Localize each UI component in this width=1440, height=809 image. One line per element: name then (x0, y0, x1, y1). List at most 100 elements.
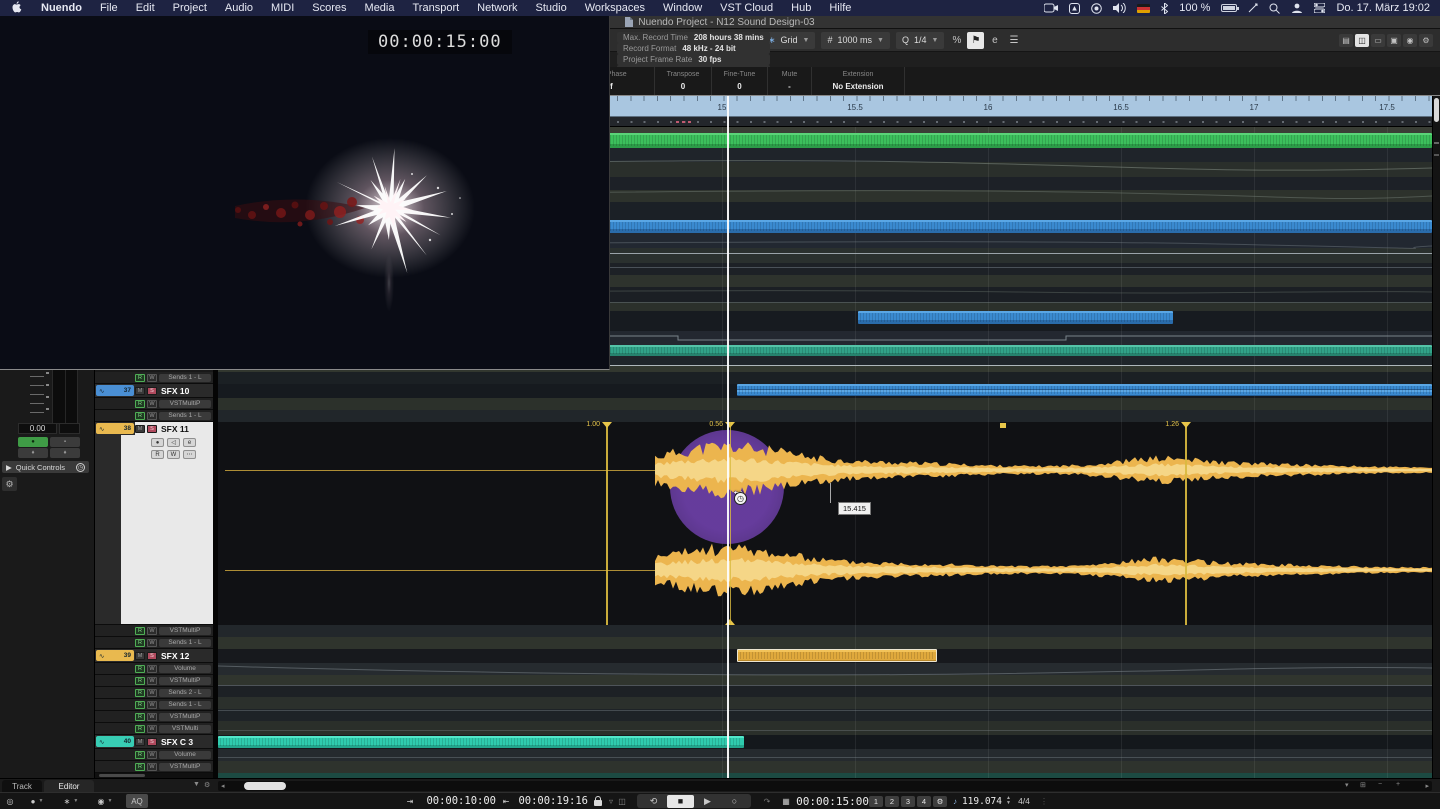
record-button[interactable]: ○ (721, 795, 748, 808)
automation-name[interactable]: Sends 1 - L (159, 701, 211, 709)
automation-name[interactable]: Volume (159, 665, 211, 673)
video-player-window[interactable]: 00:00:15:00 (0, 16, 610, 370)
automation-name[interactable]: Sends 2 - L (159, 689, 211, 697)
edit-channel-icon[interactable]: e (986, 32, 1003, 49)
marker-gear-button[interactable]: ⚙ (933, 796, 947, 807)
info-chip[interactable]: Project Frame Rate30 fps (617, 54, 770, 65)
automation-row[interactable]: RWVSTMulti (95, 723, 213, 735)
time-signature[interactable]: 4/4 (1012, 794, 1036, 808)
zoom-grid-icon[interactable]: ⊞ (1360, 781, 1366, 789)
zone-transport-icon[interactable]: ◉ (1403, 34, 1417, 47)
automation-name[interactable]: Volume (159, 751, 211, 759)
automation-row[interactable]: RWVSTMultiP (95, 761, 213, 773)
horizontal-scroll-handle[interactable] (244, 782, 286, 790)
zone-left-icon[interactable]: ▤ (1339, 34, 1353, 47)
zone-lower-icon[interactable]: ▭ (1371, 34, 1385, 47)
menu-item-scores[interactable]: Scores (303, 2, 355, 14)
apple-menu-icon[interactable] (12, 1, 22, 16)
quick-controls-header[interactable]: ▶ Quick Controls ◷ (2, 461, 89, 473)
automation-row[interactable]: RWVSTMultiP (95, 675, 213, 687)
automation-name[interactable]: Sends 1 - L (159, 639, 211, 647)
bluetooth-icon[interactable] (1161, 3, 1168, 14)
menu-item-window[interactable]: Window (654, 2, 711, 14)
inspector-right-button[interactable]: ♦ (50, 448, 80, 458)
flag-icon[interactable]: ⚑ (967, 32, 984, 49)
monitor-button[interactable]: ● (18, 437, 48, 447)
playhead[interactable] (727, 96, 729, 778)
stop-button[interactable]: ■ (667, 795, 694, 808)
menu-item-hub[interactable]: Hub (782, 2, 820, 14)
record-enable-button[interactable]: ▪ (50, 437, 80, 447)
zoom-preset-arrow-icon[interactable]: ▾ (1345, 781, 1349, 789)
automation-row[interactable]: RWSends 1 - L (95, 637, 213, 649)
inspector-left-button[interactable]: ♦ (18, 448, 48, 458)
search-icon[interactable] (1269, 3, 1280, 14)
event-info-mute[interactable]: Mute- (768, 67, 812, 95)
lock-icon[interactable] (592, 794, 604, 808)
track-color-chip[interactable]: ∿39 (96, 650, 134, 661)
iterative-quantize-icon[interactable]: % (948, 32, 965, 49)
punch-in-icon[interactable]: ⇥ (404, 794, 416, 808)
automation-row[interactable]: RWSends 1 - L (95, 410, 213, 422)
auto-punch-icon[interactable]: ▿ (606, 794, 616, 808)
locator-mode-icon[interactable]: ◫ (617, 794, 627, 808)
control-center-icon[interactable] (1314, 3, 1325, 13)
record-mode-dropdown[interactable]: ●▼ (24, 794, 50, 808)
automation-row[interactable]: RWVolume (95, 663, 213, 675)
event-info-extension[interactable]: ExtensionNo Extension (812, 67, 905, 95)
more-button[interactable]: ⋯ (183, 450, 196, 459)
marker-button-2[interactable]: 2 (885, 796, 899, 807)
marker-button-3[interactable]: 3 (901, 796, 915, 807)
track-color-chip[interactable]: ∿38 (96, 423, 134, 434)
marker-button-4[interactable]: 4 (917, 796, 931, 807)
automation-row[interactable]: RWVSTMultiP (95, 625, 213, 637)
write-button[interactable]: W (167, 450, 180, 459)
menu-item-nuendo[interactable]: Nuendo (32, 2, 91, 14)
monitor-button[interactable]: ◁ (167, 438, 180, 447)
event-info-transpose[interactable]: Transpose0 (655, 67, 712, 95)
track-row[interactable]: MSSFX 12∿39 (95, 649, 213, 663)
scroll-right-icon[interactable]: ▸ (1425, 782, 1429, 790)
box-icon[interactable] (1069, 3, 1080, 14)
tab-editor[interactable]: Editor (44, 780, 94, 792)
audio-input-dropdown[interactable]: ∗▼ (58, 794, 84, 808)
menu-item-vst-cloud[interactable]: VST Cloud (711, 2, 782, 14)
tab-track[interactable]: Track (2, 780, 42, 792)
menu-clock[interactable]: Do. 17. März 19:02 (1336, 2, 1430, 14)
edit-channel-button[interactable]: e (183, 438, 196, 447)
automation-row[interactable]: RWSends 2 - L (95, 687, 213, 699)
zone-right-icon[interactable]: ▣ (1387, 34, 1401, 47)
track-row[interactable]: MSSFX 10∿37 (95, 384, 213, 398)
volume-icon[interactable] (1113, 3, 1126, 13)
automation-name[interactable]: VSTMulti (159, 725, 211, 733)
info-chip[interactable]: Max. Record Time208 hours 38 mins (617, 32, 770, 43)
zoom-out-icon[interactable]: − (1378, 781, 1382, 788)
automation-row[interactable]: RWSends 1 - L (95, 699, 213, 711)
left-locator-time[interactable]: 00:00:10:00 (426, 794, 496, 808)
menu-item-workspaces[interactable]: Workspaces (576, 2, 654, 14)
menu-item-network[interactable]: Network (468, 2, 526, 14)
menu-item-media[interactable]: Media (356, 2, 404, 14)
wand-icon[interactable] (1248, 3, 1258, 13)
automation-row[interactable]: RWVSTMultiP (95, 711, 213, 723)
grid-value-dropdown[interactable]: # 1000 ms▼ (821, 32, 889, 49)
punch-out-icon[interactable]: ⇤ (500, 794, 512, 808)
setup-list-icon[interactable]: ☰ (1005, 32, 1022, 49)
volume-value[interactable]: 0.00 (18, 423, 57, 434)
automation-name[interactable]: Sends 1 - L (159, 412, 211, 420)
menu-item-file[interactable]: File (91, 2, 127, 14)
play-button[interactable]: ▶ (694, 795, 721, 808)
keyboard-language-flag-icon[interactable] (1137, 4, 1150, 13)
automation-row[interactable]: RWVolume (95, 749, 213, 761)
automation-name[interactable]: VSTMultiP (159, 677, 211, 685)
inspector-gear-button[interactable]: ⚙ (2, 477, 17, 491)
constrain-delay-icon[interactable]: ◎ (3, 794, 17, 808)
metronome-icon[interactable]: ♪ (948, 794, 962, 808)
zone-inspector-icon[interactable]: ◫ (1355, 34, 1369, 47)
track-color-chip[interactable]: ∿40 (96, 736, 134, 747)
info-chip[interactable]: Record Format48 kHz - 24 bit (617, 43, 770, 54)
track-color-chip[interactable]: ∿37 (96, 385, 134, 396)
horizontal-scrollbar[interactable]: ◂ ▸ (218, 781, 1432, 791)
zoom-in-icon[interactable]: + (1396, 781, 1400, 788)
right-locator-time[interactable]: 00:00:19:16 (518, 794, 588, 808)
